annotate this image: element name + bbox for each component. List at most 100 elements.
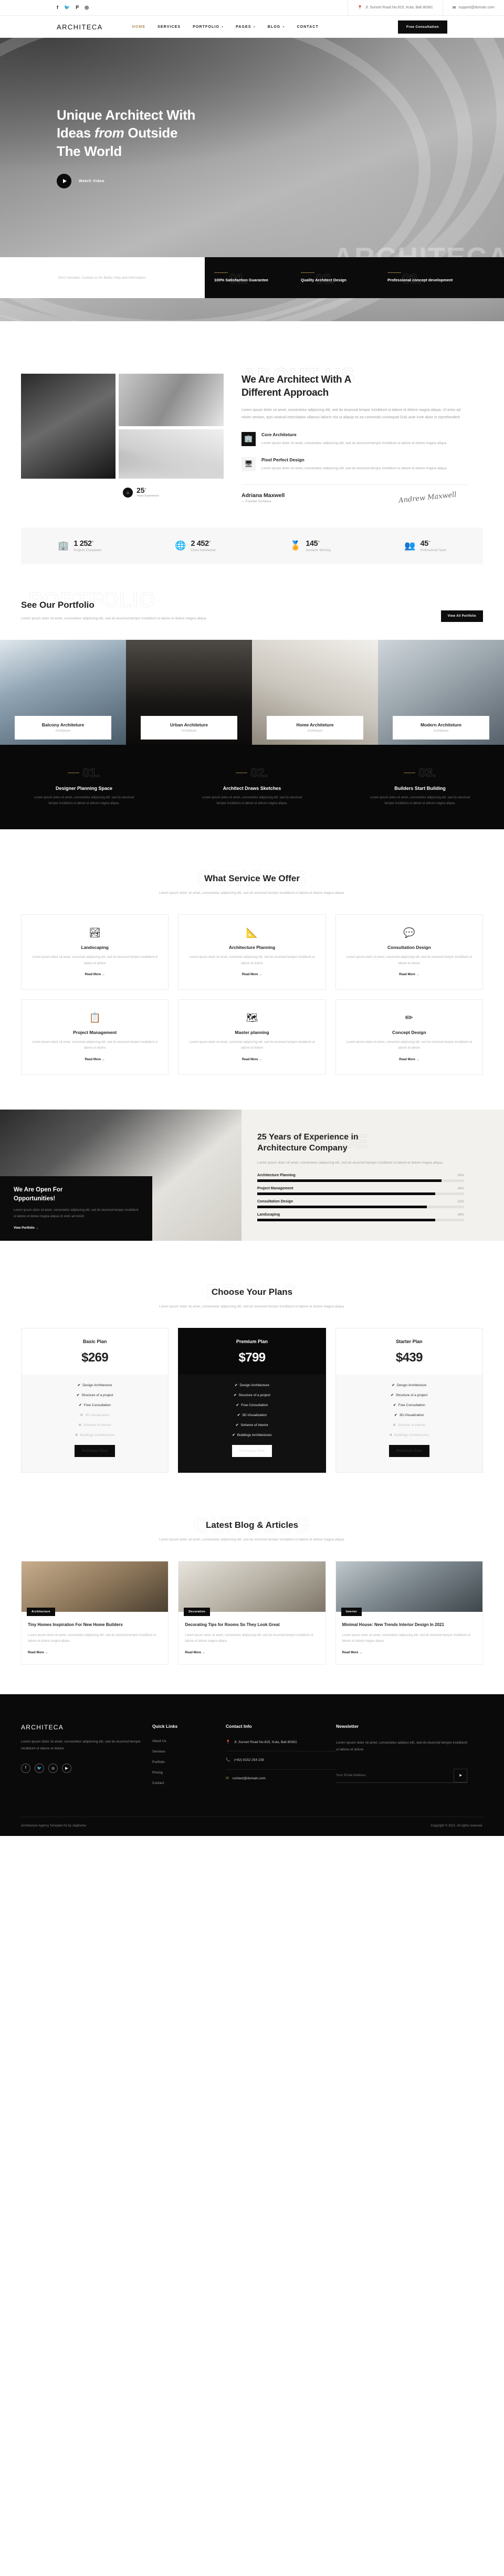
portfolio-item-cat: Architeture xyxy=(307,730,323,733)
footer-email[interactable]: ✉ contact@domain.com xyxy=(226,1776,336,1788)
nav-item-pages[interactable]: PAGES ▾ xyxy=(236,25,256,29)
footer-link-contact[interactable]: Contact xyxy=(152,1781,226,1785)
blog-card[interactable]: Decoration Decorating Tips for Rooms So … xyxy=(178,1561,326,1665)
purchase-button[interactable]: Purchase Now xyxy=(389,1445,429,1458)
instagram-icon[interactable]: ◎ xyxy=(85,5,89,10)
blog-image: Decoration xyxy=(178,1561,326,1617)
process-title: Architect Draws Sketches xyxy=(223,786,281,791)
footer-link-about[interactable]: About Us xyxy=(152,1739,226,1743)
plan-price: $269 xyxy=(81,1350,109,1365)
about-feature-pixel: 🖥 Pixel Perfect Design Lorem ipsum dolor… xyxy=(242,457,467,472)
monitor-design-icon: 🖥 xyxy=(242,457,256,471)
blog-image: Interior xyxy=(335,1561,482,1617)
skill-value: 86% xyxy=(457,1187,464,1191)
view-all-portfolio-button[interactable]: View All Portfolio xyxy=(440,610,483,622)
stat-label: Projects Completed xyxy=(74,548,101,552)
twitter-icon[interactable]: 🐦 xyxy=(64,5,70,10)
portfolio-card[interactable]: Urban Architeture Architeture xyxy=(126,640,252,745)
portfolio-card[interactable]: Home Architeture Architeture xyxy=(252,640,378,745)
topbar-email[interactable]: ✉ support@domain.com xyxy=(443,0,504,16)
stat-value: 145+ xyxy=(306,539,320,548)
plan-feature: ✔ Design Architecture xyxy=(235,1384,269,1388)
purchase-button[interactable]: Purchase Now xyxy=(75,1445,115,1458)
nav-item-home[interactable]: HOME xyxy=(132,25,145,29)
plan-price: $799 xyxy=(238,1350,266,1365)
newsletter-email-input[interactable] xyxy=(336,1769,454,1782)
watch-video-button[interactable]: Watch Video xyxy=(57,173,504,188)
open-text: Lorem ipsum dolor sit amet, consectetur … xyxy=(14,1209,139,1219)
view-portfolio-link[interactable]: View Portfolio → xyxy=(14,1227,39,1230)
about-text: ABOUT US We Are Architect With A Differe… xyxy=(242,364,467,505)
portfolio-card[interactable]: Modern Architeture Architeture xyxy=(378,640,504,745)
service-text: Lorem ipsum dolor sit amet, consectet ad… xyxy=(346,1040,472,1050)
blog-tag: Decoration xyxy=(184,1608,211,1617)
read-more-link[interactable]: Read More → xyxy=(185,1651,205,1654)
open-title: We Are Open For Opportunities! xyxy=(14,1187,63,1202)
service-card[interactable]: ✏ Concept Design Lorem ipsum dolor sit a… xyxy=(335,999,483,1075)
footer-logo[interactable]: ARCHITECA xyxy=(21,1724,152,1731)
footer-link-portfolio[interactable]: Portfolio xyxy=(152,1760,226,1764)
nav-item-portfolio[interactable]: PORTFOLIO ▾ xyxy=(193,25,224,29)
pricing-section: PRICING Choose Your Plans Lorem ipsum do… xyxy=(21,1241,483,1473)
portfolio-card[interactable]: Balcony Architeture Architeture xyxy=(0,640,126,745)
service-title: Landscaping xyxy=(81,945,109,951)
read-more-link[interactable]: Read More → xyxy=(399,1058,419,1061)
skill-fill xyxy=(257,1206,427,1209)
process-item: 02. Architect Draws Sketches Lorem ipsum… xyxy=(168,766,336,807)
read-more-link[interactable]: Read More → xyxy=(242,973,262,976)
read-more-link[interactable]: Read More → xyxy=(242,1058,262,1061)
youtube-icon[interactable]: ▶ xyxy=(62,1763,71,1773)
twitter-icon[interactable]: 🐦 xyxy=(35,1763,44,1773)
service-text: Lorem ipsum dolor sit amet, consectet ad… xyxy=(32,956,158,965)
blog-card[interactable]: Interior Minimal House: New Trends Inter… xyxy=(335,1561,483,1665)
footer-bottom: Architecture Agency Template Kit by Jegt… xyxy=(21,1816,483,1836)
site-footer: ARCHITECA Lorem ipsum dolor sit amet, co… xyxy=(0,1694,504,1836)
blog-card[interactable]: Architecture Tiny Homes Inspiration For … xyxy=(21,1561,169,1665)
service-card[interactable]: 🗺 Master planning Lorem ipsum dolor sit … xyxy=(178,999,326,1075)
topbar-email-text: support@domain.com xyxy=(458,6,495,9)
process-item: 03. Builders Start Building Lorem ipsum … xyxy=(336,766,504,807)
service-card[interactable]: 📋 Project Management Lorem ipsum dolor s… xyxy=(21,999,169,1075)
portfolio-item-cat: Architeture xyxy=(433,730,449,733)
nav-item-blog[interactable]: BLOG ▾ xyxy=(268,25,285,29)
read-more-link[interactable]: Read More → xyxy=(85,973,104,976)
feature-rule xyxy=(387,272,401,273)
process-title: Designer Planning Space xyxy=(55,786,113,791)
pricing-sub: Lorem ipsum dolor sit amet, consectetur … xyxy=(159,1304,345,1308)
nav-item-services[interactable]: SERVICES xyxy=(158,25,181,29)
expertise-title: 25 Years of Experience in Architecture Co… xyxy=(257,1132,359,1153)
footer-link-pricing[interactable]: Pricing xyxy=(152,1771,226,1775)
read-more-link[interactable]: Read More → xyxy=(342,1651,362,1654)
topbar-address-text: Jl. Sunset Road No.815, Kuta, Bali 80361 xyxy=(365,6,433,9)
service-card[interactable]: 🏞 Landscaping Lorem ipsum dolor sit amet… xyxy=(21,914,169,990)
chevron-down-icon: ▾ xyxy=(282,25,285,29)
service-card[interactable]: 💬 Consultation Design Lorem ipsum dolor … xyxy=(335,914,483,990)
service-title: Master planning xyxy=(235,1029,269,1035)
topbar-address: 📍 Jl. Sunset Road No.815, Kuta, Bali 803… xyxy=(347,0,443,16)
site-logo[interactable]: ARCHITECA xyxy=(57,23,103,31)
footer-phone[interactable]: 📞 (+62) 8152 254 239 xyxy=(226,1757,336,1770)
portfolio-section: PORTFOLIO See Our Portfolio Lorem ipsum … xyxy=(21,564,483,622)
purchase-button[interactable]: Purchase Now xyxy=(232,1445,272,1458)
about-feature-text: Lorem ipsum dolor sit amet, consectetur … xyxy=(261,466,448,470)
newsletter-submit-icon[interactable]: ➤ xyxy=(454,1768,467,1782)
service-card[interactable]: 📐 Architecture Planning Lorem ipsum dolo… xyxy=(178,914,326,990)
founder-signature: Andrew Maxwell xyxy=(398,490,457,505)
services-title: What Service We Offer xyxy=(204,873,300,883)
stat-value: 45+ xyxy=(420,539,430,548)
read-more-link[interactable]: Read More → xyxy=(28,1651,48,1654)
footer-link-services[interactable]: Services xyxy=(152,1750,226,1754)
nav-item-contact[interactable]: CONTACT xyxy=(297,25,318,29)
read-more-link[interactable]: Read More → xyxy=(399,973,419,976)
services-section: SERVICES What Service We Offer Lorem ips… xyxy=(21,829,483,1075)
pinterest-icon[interactable]: P xyxy=(76,5,79,10)
instagram-icon[interactable]: ◎ xyxy=(48,1763,58,1773)
free-consultation-button[interactable]: Free Consultation xyxy=(397,20,447,34)
facebook-icon[interactable]: f xyxy=(21,1763,30,1773)
read-more-link[interactable]: Read More → xyxy=(85,1058,104,1061)
chevron-down-icon: ▾ xyxy=(253,25,256,29)
portfolio-sub: Lorem ipsum dolor sit amet, consectetur … xyxy=(21,616,207,620)
facebook-icon[interactable]: f xyxy=(57,5,58,10)
team-icon: 👥 xyxy=(404,540,416,551)
service-title: Architecture Planning xyxy=(228,945,276,951)
